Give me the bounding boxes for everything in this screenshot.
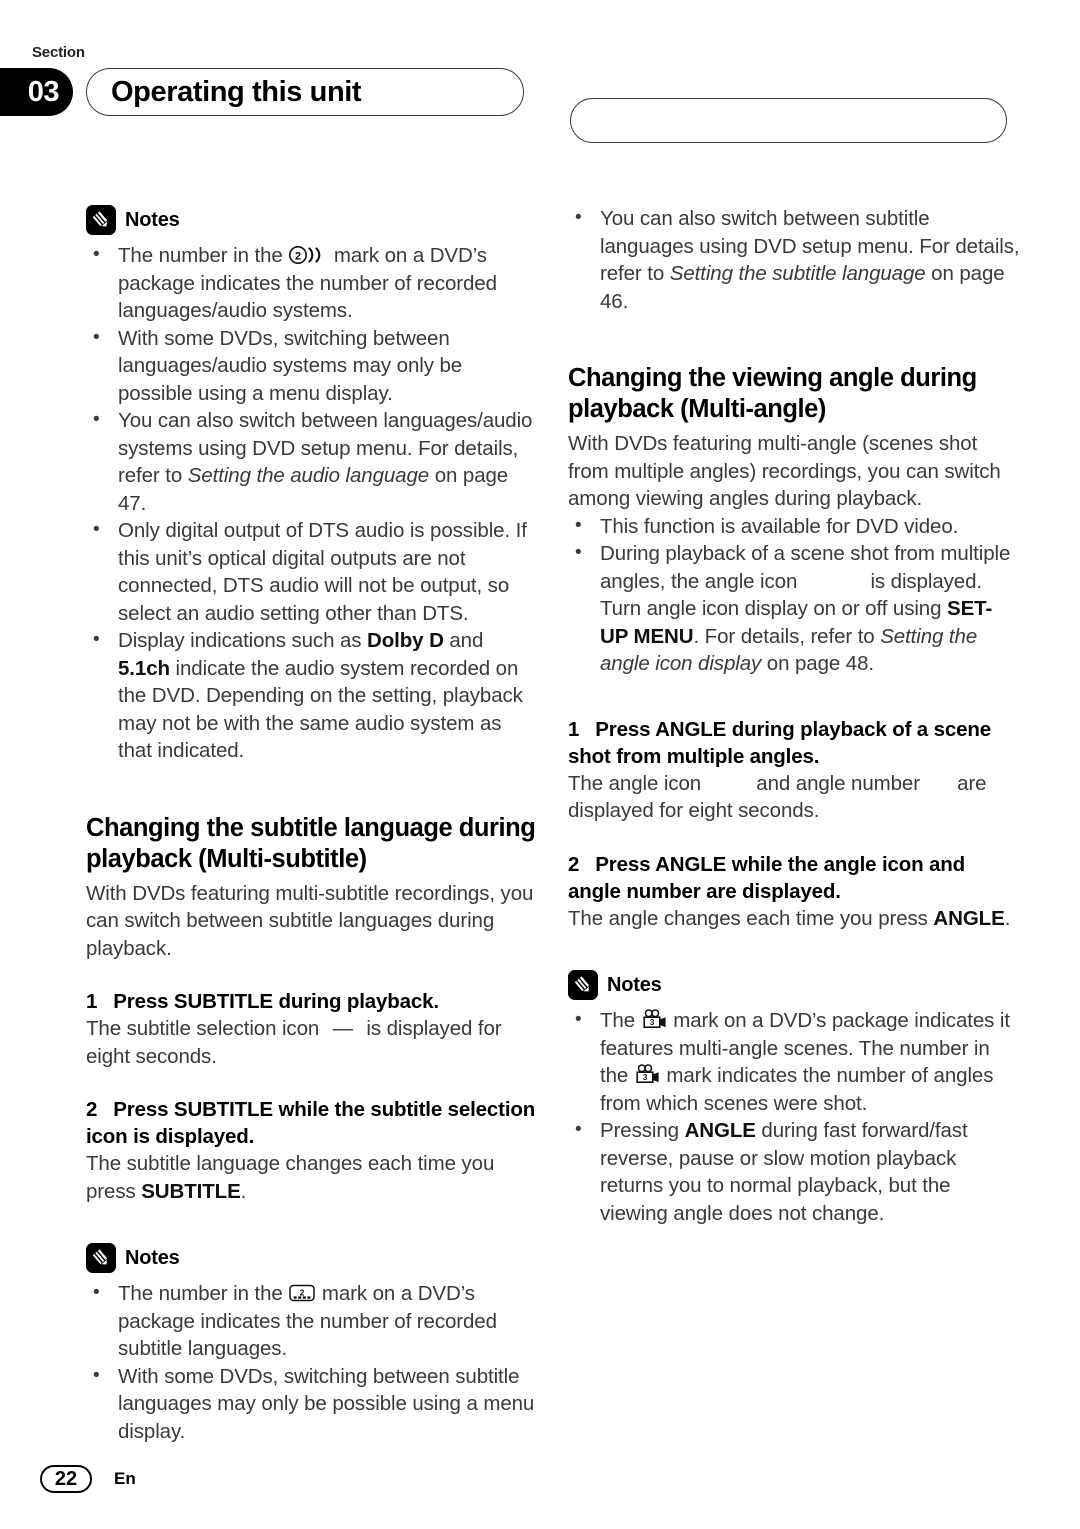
angle-step-1-heading: 1 Press ANGLE during playback of a scene … [568, 716, 1020, 770]
notes-list-continued: You can also switch between subtitle lan… [568, 204, 1020, 315]
svg-text:2: 2 [295, 251, 301, 263]
page-number-pill: 22 [40, 1465, 92, 1493]
angle-step-2-body-pre: The angle changes each time you press [568, 906, 934, 930]
step-2-body-post: . [240, 1179, 247, 1203]
note-text-mid: and [443, 629, 484, 652]
note-text-italic: Setting the audio language [187, 464, 430, 487]
note-item: The number in the 2 mark on a DVD’s pack… [86, 1279, 538, 1363]
step-2-heading: 2 Press SUBTITLE while the subtitle selec… [86, 1096, 538, 1150]
angle-step-2-body: The angle changes each time you press AN… [568, 905, 1020, 933]
step-1-number: 1 [86, 990, 98, 1013]
angle-step-1-title: Press ANGLE during playback of a scene s… [568, 717, 991, 768]
section-intro-subtitle: With DVDs featuring multi-subtitle recor… [86, 881, 534, 960]
notes-block-subtitle: Notes The number in the 2 mark on a DVD’… [86, 1243, 538, 1445]
page-title: Operating this unit [111, 75, 362, 108]
left-column: Notes The number in the 2 mark on a DVD’… [86, 205, 538, 1445]
angle-step-2-number: 2 [568, 852, 580, 876]
note-text-bold: Dolby D [367, 629, 444, 652]
note-item: You can also switch between languages/au… [86, 406, 538, 517]
notes-block-angle: Notes The 3 mark on a DVD’s package indi… [568, 970, 1020, 1227]
page-footer: 22 En [40, 1465, 136, 1493]
note-item: During playback of a scene shot from mul… [568, 539, 1020, 678]
audio-mark-icon: 2 [288, 245, 328, 265]
note-item: This function is available for DVD video… [568, 512, 1020, 541]
page-title-pill: Operating this unit [86, 68, 524, 116]
section-label: Section [32, 44, 85, 61]
svg-text:3: 3 [643, 1073, 648, 1082]
angle-step-1-body: The angle icon and angle number are disp… [568, 770, 1020, 825]
notes-label: Notes [125, 1246, 180, 1269]
step-2-title: Press SUBTITLE while the subtitle select… [86, 1098, 536, 1148]
note-item: Pressing ANGLE during fast forward/fast … [568, 1116, 1020, 1227]
angle-step-1-body-mid: and angle number [750, 771, 926, 795]
note-text-pre: Pressing [600, 1119, 685, 1142]
page-header: Section 03 Operating this unit [0, 32, 1080, 143]
notes-block-audio: Notes The number in the 2 mark on a DVD’… [86, 205, 538, 765]
angle-icon-placeholder [803, 577, 865, 591]
subtitle-mark-icon: 2 [288, 1283, 316, 1303]
section-heading-angle: Changing the viewing angle during playba… [568, 364, 977, 423]
language-code: En [114, 1469, 136, 1488]
section-number-tab: 03 [0, 68, 73, 116]
angle-mark-icon: 3 [641, 1009, 668, 1030]
section-heading-subtitle: Changing the subtitle language during pl… [86, 813, 536, 873]
svg-text:2: 2 [300, 1287, 305, 1297]
page-number: 22 [54, 1468, 78, 1490]
step-2-number: 2 [86, 1098, 98, 1121]
right-column: You can also switch between subtitle lan… [568, 204, 1020, 1227]
note-text-post: on page 48. [761, 652, 874, 675]
angle-step-2-heading: 2 Press ANGLE while the angle icon and an… [568, 851, 1020, 905]
note-item: Only digital output of DTS audio is poss… [86, 516, 538, 627]
note-text-pre: The number in the [118, 244, 289, 267]
angle-bullets: This function is available for DVD video… [568, 512, 1020, 678]
notes-label: Notes [607, 973, 662, 996]
note-item: The number in the 2 mark on a DVD’s pack… [86, 241, 538, 325]
note-text-bold: ANGLE [684, 1119, 756, 1142]
step-1-title: Press SUBTITLE during playback. [113, 990, 439, 1013]
note-text-bold: 5.1ch [118, 656, 170, 680]
angle-step-1-body-pre: The angle icon [568, 771, 707, 795]
header-empty-pill [570, 98, 1007, 143]
note-item: You can also switch between subtitle lan… [568, 204, 1020, 315]
notes-header: Notes [86, 205, 538, 235]
angle-step-2-body-post: . [1004, 906, 1011, 930]
svg-text:3: 3 [649, 1018, 654, 1027]
note-item: With some DVDs, switching between langua… [86, 324, 538, 408]
note-item: With some DVDs, switching between subtit… [86, 1362, 538, 1446]
angle-number-placeholder [926, 779, 952, 793]
note-text-italic: Setting the subtitle language [669, 262, 926, 285]
note-text-post: indicate the audio system recorded on th… [118, 656, 523, 763]
step-1-body-pre: The subtitle selection icon [86, 1017, 325, 1040]
angle-icon-placeholder [707, 779, 751, 793]
manual-page: Section 03 Operating this unit Notes • T… [0, 0, 1080, 1529]
notes-label: Notes [125, 208, 180, 231]
pencil-icon [86, 205, 116, 235]
note-item: The 3 mark on a DVD’s package indicates … [568, 1006, 1020, 1117]
note-text-pre: Display indications such as [118, 629, 368, 652]
notes-header: Notes [568, 970, 1020, 1000]
pencil-icon [86, 1243, 116, 1273]
notes-list: The number in the 2 mark on a DVD’s pack… [86, 241, 538, 765]
step-1-body: The subtitle selection icon — is display… [86, 1015, 538, 1070]
notes-list: The number in the 2 mark on a DVD’s pack… [86, 1279, 538, 1446]
step-1-heading: 1 Press SUBTITLE during playback. [86, 988, 538, 1015]
angle-mark-icon: 3 [634, 1064, 661, 1085]
angle-step-2-body-bold: ANGLE [933, 906, 1005, 930]
step-2-body-bold: SUBTITLE [141, 1179, 241, 1203]
step-2-body: The subtitle language changes each time … [86, 1150, 538, 1205]
angle-step-2-title: Press ANGLE while the angle icon and ang… [568, 852, 966, 903]
notes-header: Notes [86, 1243, 538, 1273]
section-number: 03 [27, 75, 60, 108]
note-text-pre: The [600, 1009, 641, 1032]
section-intro-angle: With DVDs featuring multi-angle (scenes … [568, 432, 1001, 510]
pencil-icon [568, 970, 598, 1000]
note-text-pre: The number in the [118, 1282, 289, 1305]
subtitle-selection-icon: — [332, 1017, 354, 1040]
note-item: Display indications such as Dolby D and … [86, 626, 538, 765]
angle-step-1-number: 1 [568, 717, 580, 741]
note-text-mid2: . For details, refer to [693, 624, 881, 648]
notes-list: The 3 mark on a DVD’s package indicates … [568, 1006, 1020, 1227]
